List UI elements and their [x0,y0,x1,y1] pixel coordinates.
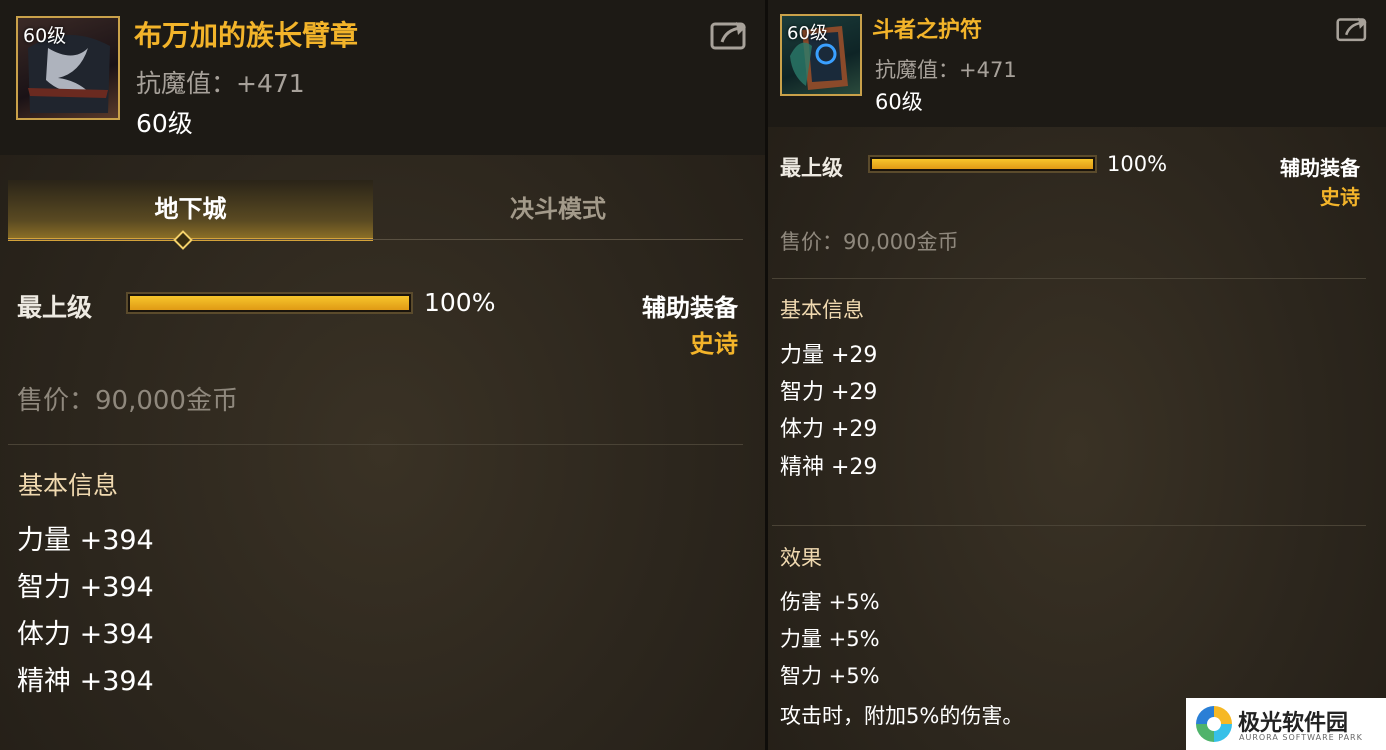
grade-percent: 100% [1107,152,1168,176]
item-level: 60级 [136,109,193,138]
grade-label: 最上级 [17,293,93,322]
basic-info-row: 精神 +29 [780,455,878,480]
mode-tabs: 地下城 决斗模式 [8,180,743,241]
item-level: 60级 [875,90,923,114]
tab-underline [8,239,743,240]
basic-info-row: 智力 +29 [780,380,878,405]
effect-row: 智力 +5% [780,664,880,688]
item-header: 60级 斗者之护符 抗魔值：+471 60级 [768,0,1386,127]
basic-info-title: 基本信息 [18,471,119,500]
grade-label: 最上级 [780,156,843,180]
item-icon-level: 60级 [787,23,828,44]
item-stat: 抗魔值：+471 [875,58,1017,82]
share-icon[interactable] [710,18,750,54]
effect-row: 力量 +5% [780,627,880,651]
grade-percent: 100% [424,288,496,317]
aurora-logo-icon [1194,704,1234,748]
watermark-sub: AURORA SOFTWARE PARK [1239,733,1363,742]
item-amulet-icon: 60级 [780,14,862,96]
item-armband-icon: 60级 [16,16,120,120]
basic-info-row: 力量 +394 [17,525,154,556]
sell-price: 售价：90,000金币 [780,230,959,254]
effect-row: 攻击时，附加5%的伤害。 [780,704,1024,728]
sell-price: 售价：90,000金币 [17,386,238,416]
section-divider [772,525,1366,526]
equip-type: 辅助装备 [1280,156,1360,180]
item-title: 布万加的族长臂章 [134,19,359,52]
rarity-badge: 史诗 [1320,185,1360,209]
item-tooltip-right: 60级 斗者之护符 抗魔值：+471 60级 最上级 100% 辅助装备 史诗 … [768,0,1386,750]
watermark-badge: 极光软件园 AURORA SOFTWARE PARK [1186,698,1386,750]
section-divider [8,444,743,445]
grade-bar-fill [130,296,409,310]
basic-info-row: 智力 +394 [17,572,154,603]
basic-info-row: 力量 +29 [780,343,878,368]
grade-bar-fill [872,159,1093,169]
effect-row: 伤害 +5% [780,590,880,614]
rarity-badge: 史诗 [690,330,738,358]
item-title: 斗者之护符 [872,18,983,43]
tab-dungeon[interactable]: 地下城 [8,180,373,241]
tab-pvp[interactable]: 决斗模式 [373,180,743,238]
grade-bar [868,155,1097,173]
item-stat: 抗魔值：+471 [136,69,305,98]
section-divider [772,278,1366,279]
share-icon[interactable] [1336,14,1370,46]
equip-type: 辅助装备 [642,294,738,322]
basic-info-row: 体力 +29 [780,417,878,442]
basic-info-title: 基本信息 [780,298,864,322]
item-icon-level: 60级 [23,25,67,47]
item-header: 60级 布万加的族长臂章 抗魔值：+471 60级 [0,0,765,155]
item-tooltip-left: 60级 布万加的族长臂章 抗魔值：+471 60级 地下城 决斗模式 最上级 1… [0,0,765,750]
basic-info-row: 体力 +394 [17,619,154,650]
effect-title: 效果 [780,546,822,570]
basic-info-row: 精神 +394 [17,666,154,697]
grade-bar [126,292,413,314]
